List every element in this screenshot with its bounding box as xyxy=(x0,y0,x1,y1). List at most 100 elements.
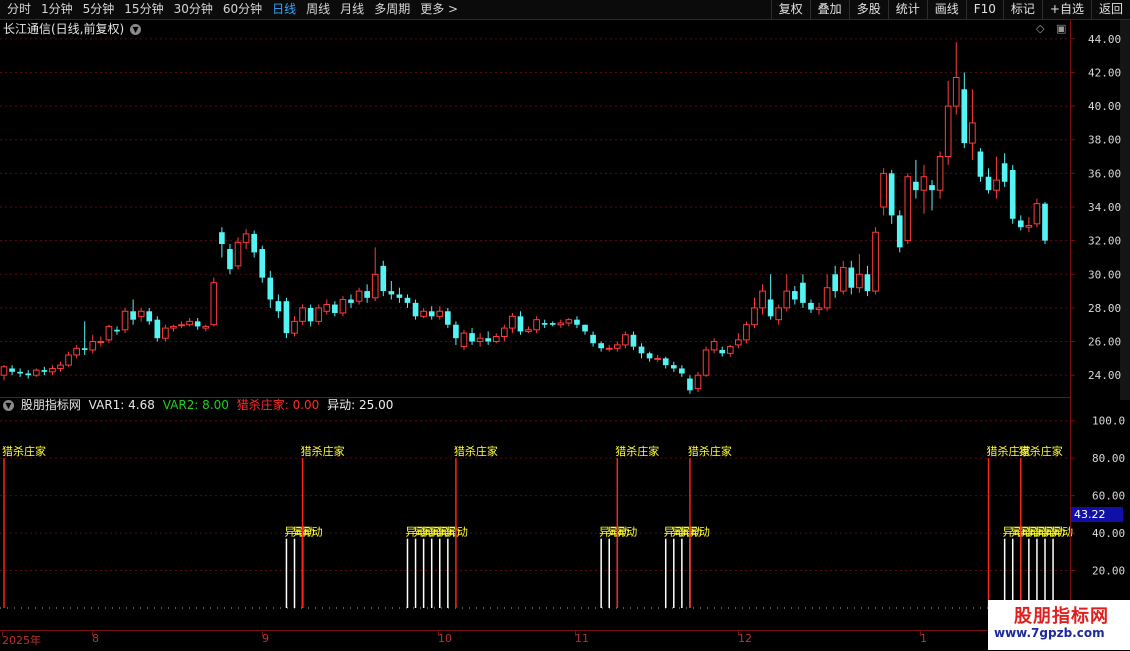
candle-body-down xyxy=(275,301,282,312)
candle-body-up xyxy=(186,320,193,326)
date-tick-label: 9 xyxy=(262,632,269,645)
date-axis: 2025年 8 9 10 11 12 1 xyxy=(0,630,1071,651)
candle-body-down xyxy=(808,302,814,310)
candle-body-down xyxy=(453,324,459,339)
move-label: 异动 xyxy=(688,526,710,539)
candle-body-up xyxy=(355,290,363,302)
hunt-value: 猎杀庄家: 0.00 xyxy=(236,398,320,412)
indicator-title: ▼ 股朋指标网 VAR1: 4.68 VAR2: 8.00 猎杀庄家: 0.00… xyxy=(3,398,393,413)
candle-body-down xyxy=(598,343,604,349)
watermark-logo: 股朋指标网 www.7gpzb.com xyxy=(988,600,1130,650)
candle-body-up xyxy=(936,156,944,191)
candle-body-up xyxy=(509,315,516,329)
price-tick-label: 32.00 xyxy=(1088,235,1121,248)
date-tick xyxy=(262,631,263,636)
candle-body-down xyxy=(977,151,984,177)
candle-body-up xyxy=(105,325,113,341)
signal-label: 猎杀庄家 xyxy=(301,444,345,458)
date-tick xyxy=(575,631,576,636)
candle-body-up xyxy=(605,347,613,350)
candle-body-down xyxy=(227,249,233,270)
candle-body-up xyxy=(1025,225,1033,228)
signal-label: 猎杀庄家 xyxy=(688,444,732,458)
move-label: 异动 xyxy=(446,526,468,539)
candle-body-up xyxy=(299,307,306,322)
date-tick-label: 1 xyxy=(920,632,927,645)
candle-body-up xyxy=(565,319,573,324)
candle-body-up xyxy=(743,324,750,341)
candle-body-up xyxy=(872,231,879,292)
candle-body-down xyxy=(800,282,806,303)
date-tick-label: 8 xyxy=(92,632,99,645)
candle-body-up xyxy=(775,307,783,321)
candle-body-down xyxy=(670,365,677,369)
candle-body-down xyxy=(396,294,403,298)
candle-body-up xyxy=(49,367,56,373)
price-tick-label: 44.00 xyxy=(1088,33,1121,46)
date-tick xyxy=(2,631,3,636)
candle-body-up xyxy=(735,339,742,346)
candle-body-down xyxy=(388,291,395,295)
candle-body-up xyxy=(436,310,444,317)
candle-body-up xyxy=(32,369,40,376)
indicator-tick-label: 60.00 xyxy=(1092,490,1125,503)
candle-body-down xyxy=(985,176,992,191)
candle-body-down xyxy=(864,274,871,292)
candle-body-down xyxy=(792,291,798,300)
watermark-title: 股朋指标网 xyxy=(1014,606,1109,627)
date-tick xyxy=(738,631,739,636)
candle-body-up xyxy=(137,310,145,317)
candle-body-down xyxy=(154,319,161,339)
candle-body-up xyxy=(1033,203,1041,225)
candle-body-up xyxy=(622,334,629,346)
watermark-url: www.7gpzb.com xyxy=(994,626,1105,640)
candle-body-down xyxy=(517,316,524,332)
candle-body-up xyxy=(969,122,976,144)
candle-body-up xyxy=(0,366,8,376)
candle-body-down xyxy=(582,324,588,332)
candle-body-down xyxy=(348,299,354,303)
candle-body-up xyxy=(202,325,210,329)
candle-body-down xyxy=(219,232,225,244)
candle-body-down xyxy=(380,265,387,292)
candle-body-up xyxy=(880,172,887,208)
candle-body-down xyxy=(9,368,15,372)
candle-body-down xyxy=(638,346,645,354)
price-tick-label: 42.00 xyxy=(1088,66,1121,79)
candle-body-down xyxy=(259,249,266,278)
candle-body-down xyxy=(549,323,556,325)
candle-body-down xyxy=(364,291,370,298)
candle-body-up xyxy=(726,346,734,354)
price-tick-label: 24.00 xyxy=(1088,369,1121,382)
price-tick-label: 26.00 xyxy=(1088,336,1121,349)
candle-body-up xyxy=(920,176,928,191)
candle-body-down xyxy=(17,371,23,374)
candle-body-up xyxy=(97,341,105,344)
candle-body-down xyxy=(81,348,88,350)
candle-body-down xyxy=(130,311,136,320)
price-tick-label: 30.00 xyxy=(1088,268,1121,281)
candle-body-down xyxy=(267,277,274,300)
candle-body-up xyxy=(783,290,791,309)
move-label: 异动 xyxy=(615,526,637,539)
candle-body-down xyxy=(1009,170,1016,219)
price-tick-label: 38.00 xyxy=(1088,134,1121,147)
kline-chart[interactable]: 44.00 42.00 40.00 38.00 36.00 34.00 32.00 30.00… xyxy=(0,0,1130,650)
date-tick xyxy=(92,631,93,636)
candle-body-down xyxy=(961,89,968,144)
date-tick-label: 10 xyxy=(438,632,452,645)
candle-body-up xyxy=(952,77,960,107)
candle-body-down xyxy=(428,311,435,317)
candle-body-up xyxy=(839,267,847,292)
candle-body-down xyxy=(541,323,548,325)
candle-body-up xyxy=(533,319,540,331)
candle-body-down xyxy=(574,319,580,325)
chevron-down-icon[interactable]: ▼ xyxy=(3,400,14,411)
indicator-name[interactable]: 股朋指标网 xyxy=(21,398,81,412)
candle-body-down xyxy=(1042,203,1048,241)
candle-body-up xyxy=(121,310,129,331)
candle-body-up xyxy=(856,273,863,289)
price-tick-label: 34.00 xyxy=(1088,201,1121,214)
price-tick-label: 40.00 xyxy=(1088,100,1121,113)
candle-body-up xyxy=(492,336,500,343)
